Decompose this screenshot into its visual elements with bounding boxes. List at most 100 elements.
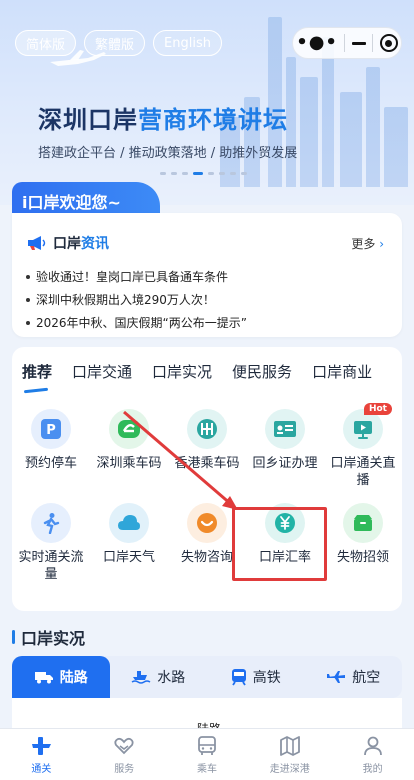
service-return-permit[interactable]: 回乡证办理 — [246, 409, 324, 489]
capsule-divider — [372, 34, 374, 52]
tab-port-commerce[interactable]: 口岸商业 — [312, 361, 372, 392]
tab-aviation[interactable]: 航空 — [305, 656, 403, 698]
service-label: 香港乘车码 — [174, 456, 240, 471]
hk-metro-icon — [187, 409, 227, 449]
nav-label: 我的 — [362, 763, 383, 775]
news-title: 口岸资讯 — [53, 233, 109, 253]
carousel-dot[interactable] — [171, 172, 177, 175]
hot-badge: Hot — [363, 403, 392, 415]
service-label: 回乡证办理 — [252, 456, 318, 471]
tab-convenience-services[interactable]: 便民服务 — [232, 361, 292, 392]
hero-banner[interactable]: 简体版 繁體版 English •●• 深圳口岸营商环境讲坛 搭建政企平台 / … — [0, 0, 414, 205]
skyline-building — [322, 37, 334, 187]
port-status-tabs: 陆路 水路 高铁 航空 — [12, 656, 402, 698]
carousel-dot[interactable] — [219, 172, 225, 175]
service-shenzhen-bus-code[interactable]: 深圳乘车码 — [90, 409, 168, 489]
skyline-building — [340, 92, 362, 187]
news-item[interactable]: 2026年中秋、国庆假期“两公布一提示” — [26, 311, 247, 334]
news-title-main: 口岸 — [53, 236, 81, 252]
nav-customs[interactable]: 通关 — [0, 729, 83, 780]
truck-icon — [34, 672, 53, 684]
tab-label: 陆路 — [59, 670, 88, 686]
chat-icon — [187, 503, 227, 543]
service-realtime-flow[interactable]: 实时通关流量 — [12, 503, 90, 583]
service-label: 深圳乘车码 — [96, 456, 162, 471]
lang-traditional-button[interactable]: 繁體版 — [84, 30, 146, 56]
nav-ride[interactable]: 乘车 — [166, 729, 249, 780]
news-header: 口岸资讯 — [27, 233, 109, 253]
train-icon — [231, 669, 246, 686]
service-hk-bus-code[interactable]: 香港乘车码 — [168, 409, 246, 489]
box-icon — [343, 503, 383, 543]
skyline-building — [384, 107, 408, 187]
lang-english-button[interactable]: English — [153, 30, 222, 56]
nav-services[interactable]: 服务 — [83, 729, 166, 780]
port-status-heading: 口岸实况 — [12, 625, 85, 649]
user-icon — [363, 736, 382, 755]
annotation-highlight-box — [232, 507, 327, 581]
nav-explore-shenzhen-hk[interactable]: 走进深港 — [248, 729, 331, 780]
live-broadcast-icon — [343, 409, 383, 449]
tab-high-speed-rail[interactable]: 高铁 — [207, 656, 305, 698]
miniprogram-capsule: •●• — [292, 27, 402, 59]
tab-port-transport[interactable]: 口岸交通 — [72, 361, 132, 392]
parking-icon: P — [31, 409, 71, 449]
carousel-dot[interactable] — [160, 172, 166, 175]
news-item[interactable]: 验收通过！皇岗口岸已具备通车条件 — [26, 265, 247, 288]
tab-water[interactable]: 水路 — [110, 656, 208, 698]
tab-label: 航空 — [352, 670, 381, 686]
carousel-dot[interactable] — [241, 172, 247, 175]
news-list: 验收通过！皇岗口岸已具备通车条件 深圳中秋假期出入境290万人次！ 2026年中… — [26, 265, 247, 334]
capsule-divider — [344, 34, 346, 52]
lang-simplified-button[interactable]: 简体版 — [15, 30, 77, 56]
skyline-building — [366, 67, 380, 187]
chevron-right-icon: › — [379, 237, 384, 251]
service-grid: P 预约停车 深圳乘车码 香港乘车码 回乡证办理 Hot 口岸通关直播 实时通关… — [12, 403, 402, 583]
banner-subtitle: 搭建政企平台 / 推动政策落地 / 助推外贸发展 — [38, 146, 298, 161]
shenzhen-bus-code-icon — [109, 409, 149, 449]
checkpoint-icon — [32, 736, 52, 755]
service-port-weather[interactable]: 口岸天气 — [90, 503, 168, 583]
service-label: 失物招领 — [336, 550, 389, 565]
nav-label: 服务 — [114, 763, 135, 775]
carousel-dot[interactable] — [230, 172, 236, 175]
category-tabs: 推荐 口岸交通 口岸实况 便民服务 口岸商业 — [22, 361, 392, 392]
service-label: 预约停车 — [24, 456, 77, 471]
bottom-navigation: 通关 服务 乘车 走进深港 我的 — [0, 728, 414, 780]
banner-title-main: 深圳口岸 — [38, 106, 138, 134]
tab-port-live-status[interactable]: 口岸实况 — [152, 361, 212, 392]
plane-icon — [327, 671, 346, 683]
carousel-dot[interactable] — [182, 172, 188, 175]
more-options-icon[interactable]: •●• — [296, 34, 338, 52]
news-card: 口岸资讯 更多 › 验收通过！皇岗口岸已具备通车条件 深圳中秋假期出入境290万… — [12, 213, 402, 337]
news-item[interactable]: 深圳中秋假期出入境290万人次！ — [26, 288, 247, 311]
news-more-label: 更多 — [351, 237, 376, 251]
services-card: 推荐 口岸交通 口岸实况 便民服务 口岸商业 P 预约停车 深圳乘车码 香港乘车… — [12, 347, 402, 611]
news-title-highlight: 资讯 — [81, 236, 109, 252]
service-label: 实时通关流量 — [18, 550, 84, 582]
minimize-icon[interactable] — [351, 41, 366, 45]
nav-label: 乘车 — [196, 763, 217, 775]
close-icon[interactable] — [379, 34, 398, 52]
service-label: 口岸天气 — [102, 550, 155, 565]
news-more-link[interactable]: 更多 › — [351, 235, 384, 252]
carousel-indicator — [160, 172, 247, 175]
carousel-dot[interactable] — [208, 172, 214, 175]
skyline-building — [300, 77, 318, 187]
tab-land[interactable]: 陆路 — [12, 656, 110, 698]
service-lost-and-found[interactable]: 失物招领 — [324, 503, 402, 583]
nav-profile[interactable]: 我的 — [331, 729, 414, 780]
service-customs-live[interactable]: Hot 口岸通关直播 — [324, 403, 402, 489]
cloud-icon — [109, 503, 149, 543]
section-marker — [12, 630, 15, 644]
banner-title-highlight: 营商环境讲坛 — [138, 106, 288, 134]
ship-icon — [131, 671, 151, 684]
carousel-dot-active[interactable] — [193, 172, 203, 175]
language-switcher: 简体版 繁體版 English — [15, 30, 222, 56]
tab-label: 水路 — [157, 670, 186, 686]
tab-recommended[interactable]: 推荐 — [22, 361, 52, 392]
nav-label: 走进深港 — [269, 763, 310, 775]
service-parking-reservation[interactable]: P 预约停车 — [12, 409, 90, 489]
id-card-icon — [265, 409, 305, 449]
walking-person-icon — [31, 503, 71, 543]
